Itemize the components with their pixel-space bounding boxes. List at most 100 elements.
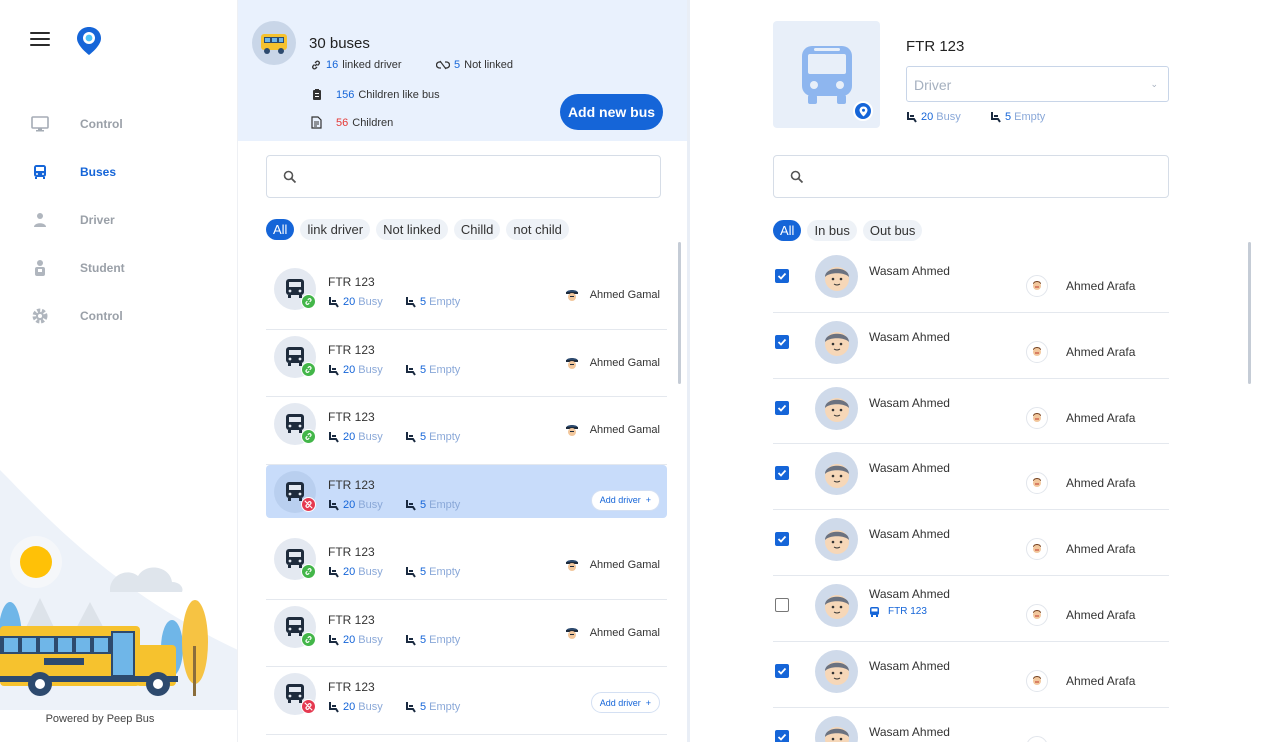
student-row: Wasam Ahmed Ahmed Arafa (773, 313, 1169, 379)
driver-avatar-icon (565, 560, 578, 571)
sidebar-item-control[interactable]: Control (0, 100, 237, 148)
add-driver-button[interactable]: Add driver + (590, 489, 660, 511)
student-checkbox[interactable] (775, 466, 789, 481)
bus-driver-name: Ahmed Gamal (589, 626, 660, 639)
driver-avatar-icon (565, 357, 578, 369)
filter-chip-not-linked[interactable]: Not linked (376, 219, 448, 240)
sidebar-item-label: Control (80, 309, 123, 323)
student-name: Wasam Ahmed (869, 658, 950, 673)
driver-icon (30, 210, 50, 230)
bus-list-scrollbar[interactable] (678, 242, 681, 384)
empty-count: 5 (420, 296, 427, 308)
add-new-bus-button[interactable]: Add new bus (560, 94, 663, 130)
bus-filter-chips: All link driver Not linked Chilld not ch… (266, 219, 569, 240)
parent-avatar (1026, 538, 1048, 561)
student-search-box[interactable] (773, 155, 1169, 198)
hamburger-menu-icon[interactable] (30, 32, 50, 48)
student-checkbox[interactable] (775, 729, 789, 742)
student-checkbox[interactable] (775, 334, 789, 349)
empty-seats: 5 Empty (405, 701, 460, 713)
bus-avatar (252, 21, 296, 65)
bus-search-input[interactable] (311, 164, 487, 190)
bus-driver-name: Ahmed Gamal (589, 424, 660, 436)
filter-chip-not-child[interactable]: not child (506, 219, 569, 240)
children-like-label: Children like bus (358, 88, 440, 101)
parent-name: Ahmed Arafa (1066, 673, 1136, 688)
empty-label: Empty (429, 431, 461, 443)
student-avatar-icon (824, 727, 849, 742)
parent-avatar-icon (1033, 609, 1041, 619)
empty-label: Empty (429, 566, 461, 578)
bus-row[interactable]: FTR 123 20 Busy 5 Empty Ahmed Gamal (266, 600, 667, 667)
driver-select-placeholder: Driver (914, 77, 952, 93)
bus-list: FTR 123 20 Busy 5 Empty Ahmed Gamal FTR 12… (266, 262, 667, 735)
detail-busy-seats: 20 Busy (906, 111, 961, 123)
busy-seats: 20 Busy (328, 566, 383, 578)
bus-row[interactable]: FTR 123 20 Busy 5 Empty Add driver + (266, 667, 667, 735)
student-search-input[interactable] (818, 164, 994, 190)
bus-name: FTR 123 (328, 680, 375, 694)
link-icon (301, 361, 316, 377)
busy-label: Busy (358, 363, 383, 376)
filter-chip-child[interactable]: Chilld (453, 219, 501, 240)
seat-icon (406, 432, 416, 443)
student-avatar (815, 715, 858, 742)
sidebar-item-settings[interactable]: Control (0, 292, 237, 340)
student-checkbox[interactable] (775, 269, 789, 283)
bus-name: FTR 123 (328, 477, 375, 492)
filter-chip-in-bus[interactable]: In bus (807, 220, 857, 241)
bus-row[interactable]: FTR 123 20 Busy 5 Empty Ahmed Gamal (266, 262, 667, 330)
children-label: Children (352, 116, 394, 129)
bus-icon (801, 45, 852, 104)
filter-chip-all[interactable]: All (773, 220, 802, 241)
linked-driver-stat: 16 linked driver (310, 59, 402, 71)
bus-row[interactable]: FTR 123 20 Busy 5 Empty Ahmed Gamal (266, 532, 667, 600)
student-bus: FTR 123 (869, 606, 927, 618)
sidebar-item-buses[interactable]: Buses (0, 148, 237, 196)
busy-seats: 20 Busy (328, 431, 383, 443)
bus-icon (870, 606, 879, 617)
clipboard-icon (313, 89, 321, 100)
student-checkbox[interactable] (775, 400, 789, 415)
plus-icon: + (645, 495, 651, 505)
empty-count: 5 (420, 701, 427, 713)
student-checkbox[interactable] (775, 532, 789, 547)
student-avatar (815, 452, 858, 496)
student-filter-chips: All In bus Out bus (773, 220, 923, 241)
parent-avatar (1026, 472, 1048, 495)
student-avatar (815, 386, 858, 430)
student-parent: Ahmed Arafa (1026, 735, 1135, 742)
add-driver-button[interactable]: Add driver + (590, 692, 660, 713)
empty-count: 5 (420, 633, 427, 646)
filter-chip-all[interactable]: All (266, 219, 295, 240)
student-parent: Ahmed Arafa (1026, 472, 1135, 495)
driver-select[interactable]: Driver ⌄ (906, 66, 1169, 102)
bus-driver: Ahmed Gamal (564, 625, 660, 641)
unlink-icon (301, 496, 316, 512)
student-bus-name: FTR 123 (888, 606, 927, 618)
empty-seats: 5 Empty (405, 431, 460, 443)
student-avatar-icon (824, 595, 849, 620)
student-checkbox[interactable] (775, 663, 789, 678)
student-checkbox[interactable] (775, 597, 789, 612)
student-name: Wasam Ahmed (869, 527, 950, 542)
bus-row[interactable]: FTR 123 20 Busy 5 Empty Add driver + (266, 464, 667, 518)
filter-chip-out-bus[interactable]: Out bus (862, 220, 923, 241)
student-avatar (815, 320, 858, 364)
school-bus-illustration (0, 470, 237, 710)
bus-search-box[interactable] (266, 155, 661, 198)
busy-label: Busy (358, 431, 383, 443)
student-row: Wasam Ahmed Ahmed Arafa (773, 247, 1169, 313)
bus-row[interactable]: FTR 123 20 Busy 5 Empty Ahmed Gamal (266, 397, 667, 465)
busy-count: 20 (343, 296, 356, 308)
bus-row[interactable]: FTR 123 20 Busy 5 Empty Ahmed Gamal (266, 330, 667, 397)
student-list-scrollbar[interactable] (1248, 242, 1251, 384)
seat-icon (406, 364, 416, 376)
sidebar-item-student[interactable]: Student (0, 244, 237, 292)
sidebar-item-driver[interactable]: Driver (0, 196, 237, 244)
link-icon (312, 60, 320, 70)
busy-count: 20 (343, 701, 356, 713)
filter-chip-link-driver[interactable]: link driver (300, 219, 371, 240)
seat-icon (329, 432, 339, 443)
seat-icon (406, 634, 416, 646)
